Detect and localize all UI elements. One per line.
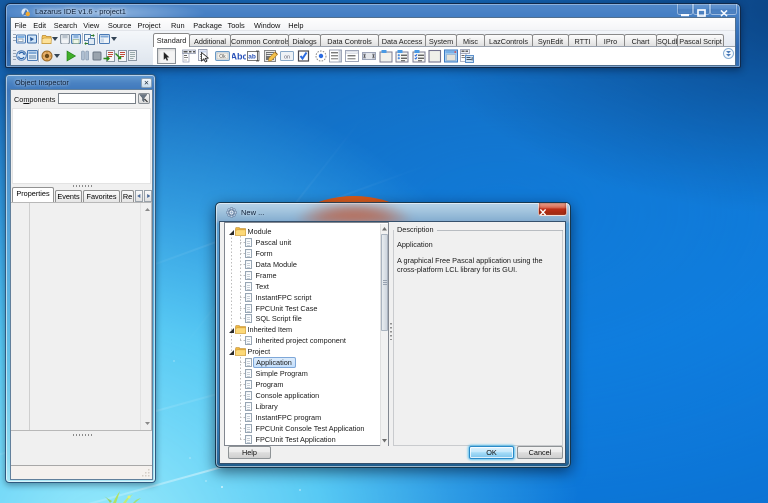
svg-text:Ok: Ok [219, 54, 226, 60]
svg-text:ab: ab [248, 54, 256, 61]
svg-text:Abc: Abc [232, 52, 246, 62]
svg-text:on: on [284, 54, 290, 60]
